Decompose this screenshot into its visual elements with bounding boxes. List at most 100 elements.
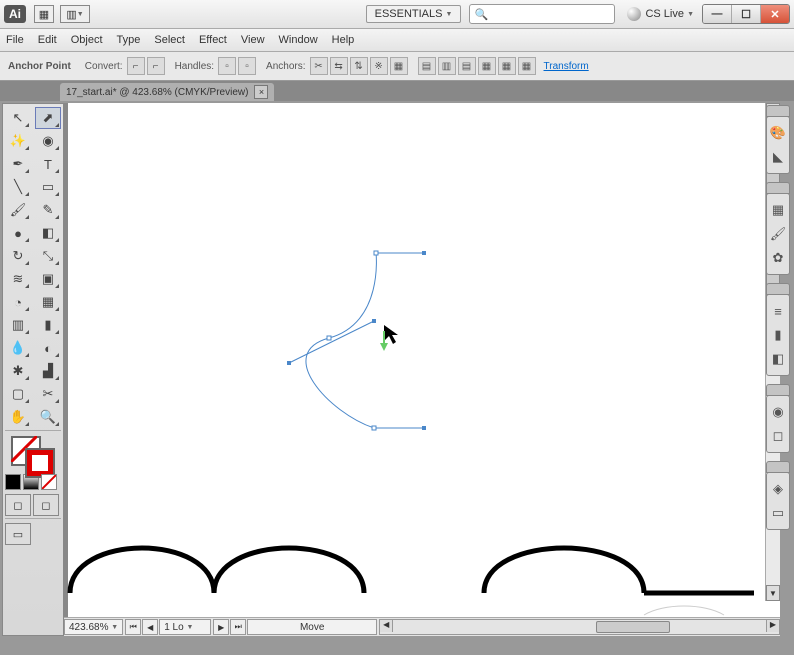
- color-guide-panel-icon[interactable]: ◣: [769, 148, 787, 166]
- convert-smooth-icon[interactable]: ⌐: [147, 57, 165, 75]
- rotate-tool[interactable]: ↻: [5, 245, 31, 267]
- document-tab[interactable]: 17_start.ai* @ 423.68% (CMYK/Preview) ×: [60, 83, 274, 101]
- maximize-button[interactable]: ☐: [731, 5, 760, 23]
- eyedropper-tool[interactable]: 💧: [5, 337, 31, 359]
- anchors-label: Anchors:: [266, 61, 305, 72]
- close-button[interactable]: ✕: [760, 5, 789, 23]
- blend-tool[interactable]: ◐: [35, 337, 61, 359]
- menu-type[interactable]: Type: [117, 34, 141, 46]
- screen-mode-icon[interactable]: ▭: [5, 523, 31, 545]
- direct-selection-tool[interactable]: ⬈: [35, 107, 61, 129]
- draw-normal-icon[interactable]: ◻: [5, 494, 31, 516]
- menu-help[interactable]: Help: [332, 34, 355, 46]
- hide-handles-icon[interactable]: ▫: [238, 57, 256, 75]
- hand-tool[interactable]: ✋: [5, 406, 31, 428]
- workspace-switcher[interactable]: ESSENTIALS ▼: [366, 5, 462, 23]
- artboard-tool[interactable]: ▢: [5, 383, 31, 405]
- menu-file[interactable]: File: [6, 34, 24, 46]
- arrange-documents-dropdown[interactable]: ▥▼: [60, 5, 90, 23]
- hscroll-thumb[interactable]: [596, 621, 670, 633]
- perspective-tool[interactable]: ▦: [35, 291, 61, 313]
- align-left-icon[interactable]: ▤: [418, 57, 436, 75]
- lasso-tool[interactable]: ◉: [35, 130, 61, 152]
- pencil-tool[interactable]: ✎: [35, 199, 61, 221]
- stroke-panel-icon[interactable]: ≡: [769, 302, 787, 320]
- cs-live-button[interactable]: CS Live ▼: [627, 7, 694, 21]
- symbol-sprayer-tool[interactable]: ✱: [5, 360, 31, 382]
- align-top-icon[interactable]: ▦: [478, 57, 496, 75]
- workspace-label: ESSENTIALS: [375, 8, 443, 20]
- align-hcenter-icon[interactable]: ▥: [438, 57, 456, 75]
- cut-path-icon[interactable]: ⇅: [350, 57, 368, 75]
- search-input[interactable]: 🔍: [469, 4, 615, 24]
- align-dropdown-icon[interactable]: ▦: [390, 57, 408, 75]
- dock-group-1: 🎨 ◣: [766, 116, 790, 174]
- menu-edit[interactable]: Edit: [38, 34, 57, 46]
- menu-select[interactable]: Select: [154, 34, 185, 46]
- fill-stroke-picker[interactable]: [5, 434, 61, 472]
- zoom-tool[interactable]: 🔍: [35, 406, 61, 428]
- cs-live-icon: [627, 7, 641, 21]
- paintbrush-tool[interactable]: 🖌: [5, 199, 31, 221]
- canvas[interactable]: [64, 103, 780, 617]
- menu-window[interactable]: Window: [279, 34, 318, 46]
- isolate-icon[interactable]: ※: [370, 57, 388, 75]
- shape-builder-tool[interactable]: ◔: [5, 291, 31, 313]
- magic-wand-tool[interactable]: ✨: [5, 130, 31, 152]
- scroll-right-icon[interactable]: ▶: [766, 620, 779, 632]
- slice-tool[interactable]: ✂: [35, 383, 61, 405]
- transform-link[interactable]: Transform: [544, 61, 589, 72]
- swatches-panel-icon[interactable]: ▦: [769, 201, 787, 219]
- type-tool[interactable]: T: [35, 153, 61, 175]
- first-artboard-icon[interactable]: ⏮: [125, 619, 141, 635]
- color-mode-none[interactable]: [41, 474, 57, 490]
- scale-tool[interactable]: ⤡: [35, 245, 61, 267]
- close-tab-icon[interactable]: ×: [254, 85, 268, 99]
- minimize-button[interactable]: —: [703, 5, 731, 23]
- draw-behind-icon[interactable]: ◻: [33, 494, 59, 516]
- align-right-icon[interactable]: ▤: [458, 57, 476, 75]
- artboards-panel-icon[interactable]: ▭: [769, 504, 787, 522]
- scroll-down-icon[interactable]: ▼: [766, 585, 780, 601]
- menu-object[interactable]: Object: [71, 34, 103, 46]
- horizontal-scrollbar[interactable]: ◀ ▶: [379, 619, 780, 635]
- pen-tool[interactable]: ✒: [5, 153, 31, 175]
- connect-anchor-icon[interactable]: ⇆: [330, 57, 348, 75]
- menu-effect[interactable]: Effect: [199, 34, 227, 46]
- blob-brush-tool[interactable]: ●: [5, 222, 31, 244]
- bridge-icon[interactable]: ▦: [34, 5, 54, 23]
- graph-tool[interactable]: ▟: [35, 360, 61, 382]
- color-panel-icon[interactable]: 🎨: [769, 124, 787, 142]
- menu-view[interactable]: View: [241, 34, 265, 46]
- context-label: Anchor Point: [8, 61, 71, 72]
- gradient-panel-icon[interactable]: ▮: [769, 326, 787, 344]
- rectangle-tool[interactable]: ▭: [35, 176, 61, 198]
- prev-artboard-icon[interactable]: ◀: [142, 619, 158, 635]
- next-artboard-icon[interactable]: ▶: [213, 619, 229, 635]
- mesh-tool[interactable]: ▥: [5, 314, 31, 336]
- symbols-panel-icon[interactable]: ✿: [769, 249, 787, 267]
- canvas-scroll: ▲ ▼: [64, 103, 780, 617]
- artboard-field[interactable]: 1 Lo ▼: [159, 619, 211, 635]
- free-transform-tool[interactable]: ▣: [35, 268, 61, 290]
- eraser-tool[interactable]: ◧: [35, 222, 61, 244]
- show-handles-icon[interactable]: ▫: [218, 57, 236, 75]
- brushes-panel-icon[interactable]: 🖌: [769, 225, 787, 243]
- appearance-panel-icon[interactable]: ◉: [769, 403, 787, 421]
- line-tool[interactable]: ╲: [5, 176, 31, 198]
- width-tool[interactable]: ≋: [5, 268, 31, 290]
- scroll-left-icon[interactable]: ◀: [380, 620, 393, 632]
- transparency-panel-icon[interactable]: ◧: [769, 350, 787, 368]
- layers-panel-icon[interactable]: ◈: [769, 480, 787, 498]
- selection-tool[interactable]: ↖: [5, 107, 31, 129]
- last-artboard-icon[interactable]: ⏭: [230, 619, 246, 635]
- remove-anchor-icon[interactable]: ✂: [310, 57, 328, 75]
- document-tab-row: 17_start.ai* @ 423.68% (CMYK/Preview) ×: [0, 81, 794, 101]
- align-bottom-icon[interactable]: ▦: [518, 57, 536, 75]
- align-vcenter-icon[interactable]: ▦: [498, 57, 516, 75]
- convert-corner-icon[interactable]: ⌐: [127, 57, 145, 75]
- zoom-field[interactable]: 423.68% ▼: [64, 619, 123, 635]
- graphic-styles-panel-icon[interactable]: ◻: [769, 427, 787, 445]
- color-mode-solid[interactable]: [5, 474, 21, 490]
- gradient-tool[interactable]: ▮: [35, 314, 61, 336]
